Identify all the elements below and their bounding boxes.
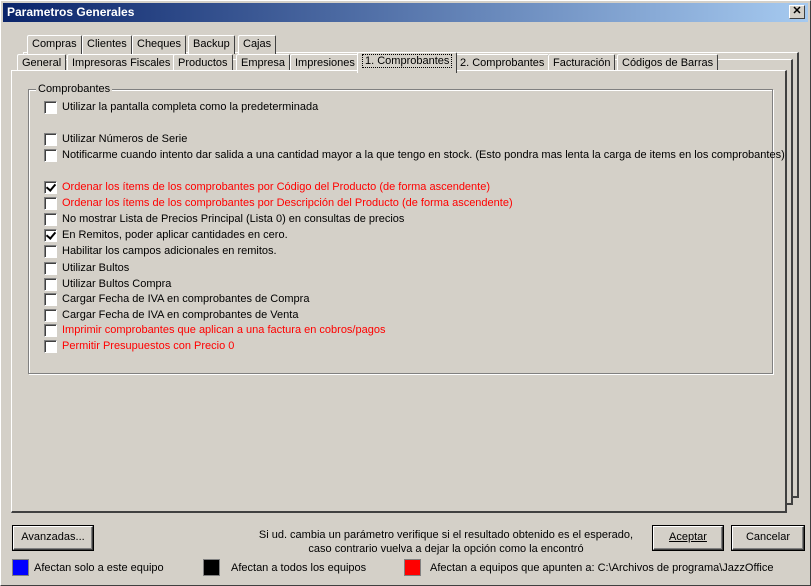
option-ordenar-descripcion[interactable]: Ordenar los ítems de los comprobantes po…	[44, 196, 513, 210]
checkbox[interactable]	[44, 148, 57, 162]
checkbox[interactable]	[44, 212, 57, 226]
cancelar-button[interactable]: Cancelar	[732, 526, 804, 550]
tab-cheques[interactable]: Cheques	[132, 35, 187, 54]
option-label: Imprimir comprobantes que aplican a una …	[62, 324, 386, 336]
tab-label: Productos	[178, 57, 228, 69]
option-label: Permitir Presupuestos con Precio 0	[62, 340, 235, 352]
option-ordenar-codigo[interactable]: Ordenar los ítems de los comprobantes po…	[44, 180, 490, 194]
checkbox[interactable]	[44, 228, 57, 242]
legend-swatch-red	[404, 559, 421, 576]
checkbox[interactable]	[44, 323, 57, 337]
option-fecha-iva-compra[interactable]: Cargar Fecha de IVA en comprobantes de C…	[44, 292, 309, 306]
option-label: Utilizar la pantalla completa como la pr…	[62, 101, 319, 113]
option-label: Habilitar los campos adicionales en remi…	[62, 245, 277, 257]
groupbox-title: Comprobantes	[36, 83, 113, 95]
legend-swatch-blue	[12, 559, 29, 576]
option-label: Ordenar los ítems de los comprobantes po…	[62, 181, 491, 193]
checkbox[interactable]	[44, 180, 57, 194]
option-utilizar-bultos[interactable]: Utilizar Bultos	[44, 261, 129, 275]
option-label: Cargar Fecha de IVA en comprobantes de V…	[62, 309, 299, 321]
option-label: En Remitos, poder aplicar cantidades en …	[62, 229, 288, 241]
option-label: Utilizar Bultos	[62, 262, 130, 274]
change-notice: Si ud. cambia un parámetro verifique si …	[251, 528, 641, 556]
tab-label: Facturación	[553, 57, 611, 69]
option-label: Utilizar Números de Serie	[62, 133, 188, 145]
button-label: Avanzadas...	[21, 531, 85, 543]
option-campos-adicionales-remitos[interactable]: Habilitar los campos adicionales en remi…	[44, 244, 277, 258]
parametros-window: Parametros Generales ✕ Compras Clientes …	[0, 0, 811, 586]
button-label: Aceptar	[669, 531, 707, 543]
checkbox[interactable]	[44, 100, 57, 114]
checkbox[interactable]	[44, 244, 57, 258]
aceptar-button[interactable]: Aceptar	[653, 526, 723, 550]
option-label: No mostrar Lista de Precios Principal (L…	[62, 213, 405, 225]
tab-label: Cheques	[137, 38, 182, 50]
option-notificar-stock[interactable]: Notificarme cuando intento dar salida a …	[44, 148, 785, 162]
option-label: Notificarme cuando intento dar salida a …	[62, 149, 785, 161]
window-title: Parametros Generales	[7, 5, 135, 19]
tab-label: Códigos de Barras	[622, 57, 714, 69]
legend-label-black: Afectan a todos los equipos	[231, 562, 367, 574]
legend-label-blue: Afectan solo a este equipo	[34, 562, 164, 574]
tab-label: 2. Comprobantes	[460, 57, 545, 69]
tab-label: Impresoras Fiscales	[72, 57, 171, 69]
title-bar[interactable]: Parametros Generales ✕	[3, 3, 808, 22]
option-no-mostrar-lista-0[interactable]: No mostrar Lista de Precios Principal (L…	[44, 212, 404, 226]
tab-label: 1. Comprobantes	[362, 54, 453, 68]
notice-line-1: Si ud. cambia un parámetro verifique si …	[258, 529, 634, 541]
tab-clientes[interactable]: Clientes	[82, 35, 132, 54]
avanzadas-button[interactable]: Avanzadas...	[13, 526, 93, 550]
option-label: Utilizar Bultos Compra	[62, 278, 172, 290]
option-fecha-iva-venta[interactable]: Cargar Fecha de IVA en comprobantes de V…	[44, 308, 298, 322]
tab-label: Backup	[193, 38, 230, 50]
tab-cajas[interactable]: Cajas	[238, 35, 277, 54]
checkbox[interactable]	[44, 292, 57, 306]
tab-label: Impresiones	[295, 57, 355, 69]
checkbox[interactable]	[44, 196, 57, 210]
tab-label: Cajas	[243, 38, 272, 50]
tab-label: Clientes	[87, 38, 127, 50]
tab-label: Compras	[32, 38, 77, 50]
checkbox[interactable]	[44, 261, 57, 275]
tab-backup[interactable]: Backup	[188, 35, 235, 54]
option-remitos-cantidades-cero[interactable]: En Remitos, poder aplicar cantidades en …	[44, 228, 288, 242]
option-pantalla-completa[interactable]: Utilizar la pantalla completa como la pr…	[44, 100, 318, 114]
checkbox[interactable]	[44, 277, 57, 291]
legend-label-red: Afectan a equipos que apunten a: C:\Arch…	[430, 562, 774, 574]
close-icon: ✕	[792, 5, 802, 17]
notice-line-2: caso contrario vuelva a dejar la opción …	[308, 543, 584, 555]
option-utilizar-bultos-compra[interactable]: Utilizar Bultos Compra	[44, 277, 171, 291]
option-label: Ordenar los ítems de los comprobantes po…	[62, 197, 513, 209]
option-imprimir-cobros-pagos[interactable]: Imprimir comprobantes que aplican a una …	[44, 323, 385, 337]
checkbox[interactable]	[44, 308, 57, 322]
tab-label: General	[22, 57, 62, 69]
close-button[interactable]: ✕	[789, 5, 805, 19]
option-presupuestos-precio-0[interactable]: Permitir Presupuestos con Precio 0	[44, 339, 234, 353]
checkbox[interactable]	[44, 132, 57, 146]
checkbox[interactable]	[44, 339, 57, 353]
tab-1-comprobantes[interactable]: 1. Comprobantes	[357, 52, 458, 73]
tab-label: Empresa	[241, 57, 286, 69]
option-numeros-serie[interactable]: Utilizar Números de Serie	[44, 132, 187, 146]
button-label: Cancelar	[745, 531, 791, 543]
option-label: Cargar Fecha de IVA en comprobantes de C…	[62, 293, 310, 305]
legend-swatch-black	[203, 559, 220, 576]
tab-compras[interactable]: Compras	[27, 35, 82, 54]
